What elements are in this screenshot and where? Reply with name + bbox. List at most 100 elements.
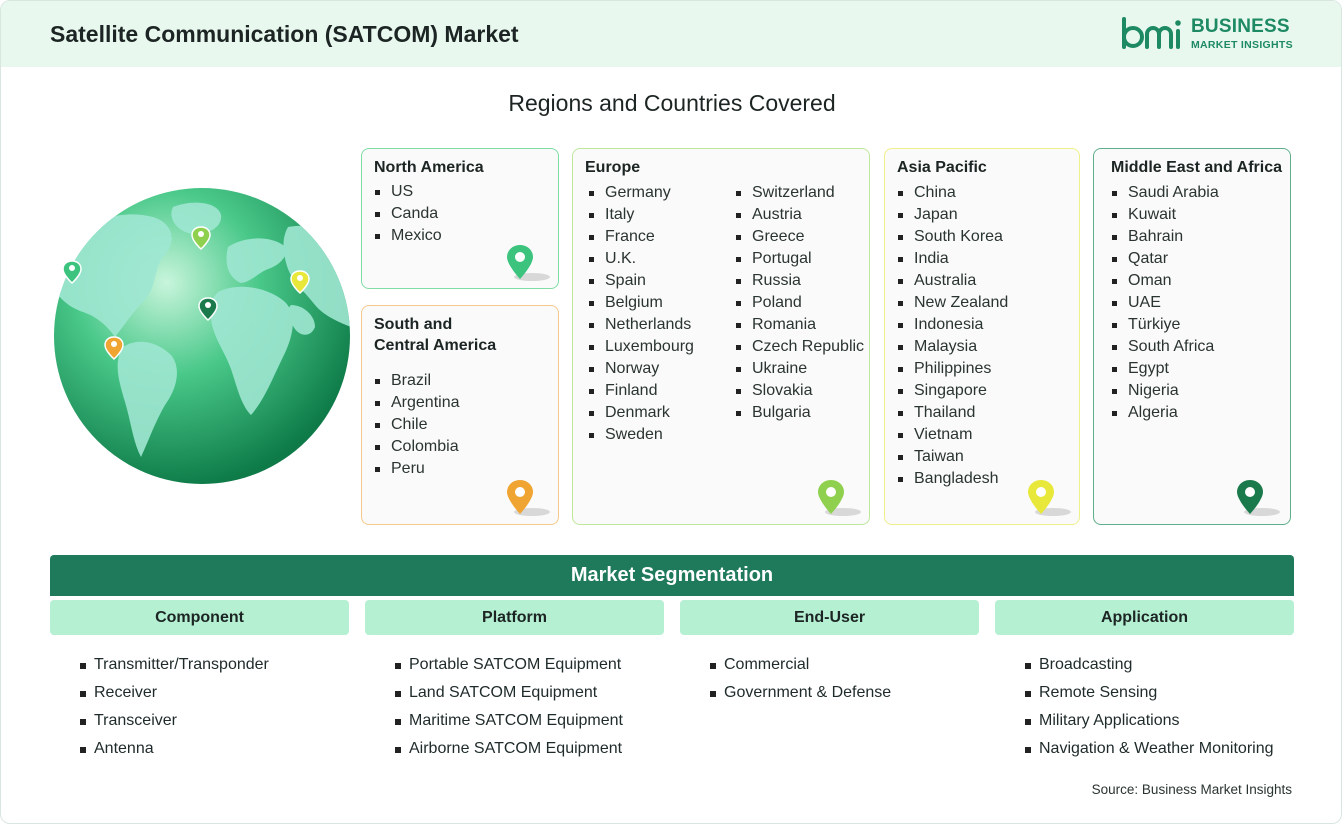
region-card-north-america: North America US Canda Mexico [361, 148, 559, 289]
list-item: Romania [735, 314, 864, 336]
list-item: Netherlands [588, 314, 694, 336]
list-item: Military Applications [1025, 707, 1274, 735]
list-item: Brazil [374, 370, 460, 392]
list-item: Remote Sensing [1025, 679, 1274, 707]
region-list: Brazil Argentina Chile Colombia Peru [374, 370, 460, 480]
list-item: Bahrain [1111, 226, 1219, 248]
segment-list-application: Broadcasting Remote Sensing Military App… [1025, 651, 1274, 763]
region-title: Asia Pacific [897, 159, 987, 176]
list-item: Oman [1111, 270, 1219, 292]
list-item: Airborne SATCOM Equipment [395, 735, 623, 763]
list-item: Egypt [1111, 358, 1219, 380]
header: Satellite Communication (SATCOM) Market … [1, 1, 1341, 67]
list-item: Switzerland [735, 182, 864, 204]
list-item: New Zealand [897, 292, 1008, 314]
list-item: Mexico [374, 225, 442, 247]
list-item: Slovakia [735, 380, 864, 402]
list-item: UAE [1111, 292, 1219, 314]
list-item: Transmitter/Transponder [80, 651, 269, 679]
list-item: Nigeria [1111, 380, 1219, 402]
list-item: Türkiye [1111, 314, 1219, 336]
list-item: Receiver [80, 679, 269, 707]
region-list: US Canda Mexico [374, 181, 442, 247]
list-item: Taiwan [897, 446, 1008, 468]
list-item: Austria [735, 204, 864, 226]
region-card-south-central-america: South and Central America Brazil Argenti… [361, 305, 559, 525]
list-item: South Africa [1111, 336, 1219, 358]
region-title: Middle East and Africa [1111, 159, 1282, 176]
list-item: Transceiver [80, 707, 269, 735]
list-item: Bulgaria [735, 402, 864, 424]
bmi-logo-icon [1122, 17, 1181, 49]
segment-header-application: Application [995, 600, 1294, 635]
list-item: Portable SATCOM Equipment [395, 651, 623, 679]
list-item: Belgium [588, 292, 694, 314]
list-item: Denmark [588, 402, 694, 424]
list-item: Argentina [374, 392, 460, 414]
list-item: Ukraine [735, 358, 864, 380]
list-item: Japan [897, 204, 1008, 226]
list-item: Australia [897, 270, 1008, 292]
regions-title: Regions and Countries Covered [508, 90, 836, 116]
region-list-col1: Germany Italy France U.K. Spain Belgium … [588, 182, 694, 446]
list-item: Navigation & Weather Monitoring [1025, 735, 1274, 763]
list-item: China [897, 182, 1008, 204]
list-item: Malaysia [897, 336, 1008, 358]
list-item: Sweden [588, 424, 694, 446]
list-item: Finland [588, 380, 694, 402]
list-item: Vietnam [897, 424, 1008, 446]
list-item: Qatar [1111, 248, 1219, 270]
location-pin-icon [507, 480, 550, 516]
region-list: China Japan South Korea India Australia … [897, 182, 1008, 490]
list-item: U.K. [588, 248, 694, 270]
list-item: Italy [588, 204, 694, 226]
location-pin-icon [1028, 480, 1071, 516]
region-card-asia-pacific: Asia Pacific China Japan South Korea Ind… [884, 148, 1080, 525]
list-item: Czech Republic [735, 336, 864, 358]
list-item: Algeria [1111, 402, 1219, 424]
list-item: Singapore [897, 380, 1008, 402]
list-item: Luxembourg [588, 336, 694, 358]
list-item: Colombia [374, 436, 460, 458]
location-pin-icon [1237, 480, 1280, 516]
region-list-col2: Switzerland Austria Greece Portugal Russ… [735, 182, 864, 424]
list-item: Saudi Arabia [1111, 182, 1219, 204]
segment-list-platform: Portable SATCOM Equipment Land SATCOM Eq… [395, 651, 623, 763]
page-title: Satellite Communication (SATCOM) Market [50, 21, 519, 47]
list-item: Government & Defense [710, 679, 891, 707]
list-item: India [897, 248, 1008, 270]
logo-text-business: BUSINESS [1191, 16, 1290, 37]
segment-list-end-user: Commercial Government & Defense [710, 651, 891, 707]
list-item: Norway [588, 358, 694, 380]
list-item: Kuwait [1111, 204, 1219, 226]
list-item: Indonesia [897, 314, 1008, 336]
list-item: US [374, 181, 442, 203]
list-item: Chile [374, 414, 460, 436]
list-item: Germany [588, 182, 694, 204]
list-item: South Korea [897, 226, 1008, 248]
region-title-line2: Central America [374, 337, 497, 354]
region-card-europe: Europe Germany Italy France U.K. Spain B… [572, 148, 870, 525]
list-item: Maritime SATCOM Equipment [395, 707, 623, 735]
list-item: Commercial [710, 651, 891, 679]
segment-header-platform: Platform [365, 600, 664, 635]
list-item: Bangladesh [897, 468, 1008, 490]
list-item: Broadcasting [1025, 651, 1274, 679]
segment-header-component: Component [50, 600, 349, 635]
segment-list-component: Transmitter/Transponder Receiver Transce… [80, 651, 269, 763]
list-item: Russia [735, 270, 864, 292]
list-item: Spain [588, 270, 694, 292]
list-item: Portugal [735, 248, 864, 270]
list-item: Philippines [897, 358, 1008, 380]
list-item: Land SATCOM Equipment [395, 679, 623, 707]
segmentation-title: Market Segmentation [50, 555, 1294, 596]
list-item: Poland [735, 292, 864, 314]
list-item: Peru [374, 458, 460, 480]
list-item: France [588, 226, 694, 248]
list-item: Canda [374, 203, 442, 225]
location-pin-icon [818, 480, 861, 516]
infographic: Satellite Communication (SATCOM) Market … [0, 0, 1342, 824]
globe-icon [54, 188, 350, 484]
region-card-middle-east-africa: Middle East and Africa Saudi Arabia Kuwa… [1093, 148, 1291, 525]
logo-text-market-insights: MARKET INSIGHTS [1191, 39, 1293, 51]
